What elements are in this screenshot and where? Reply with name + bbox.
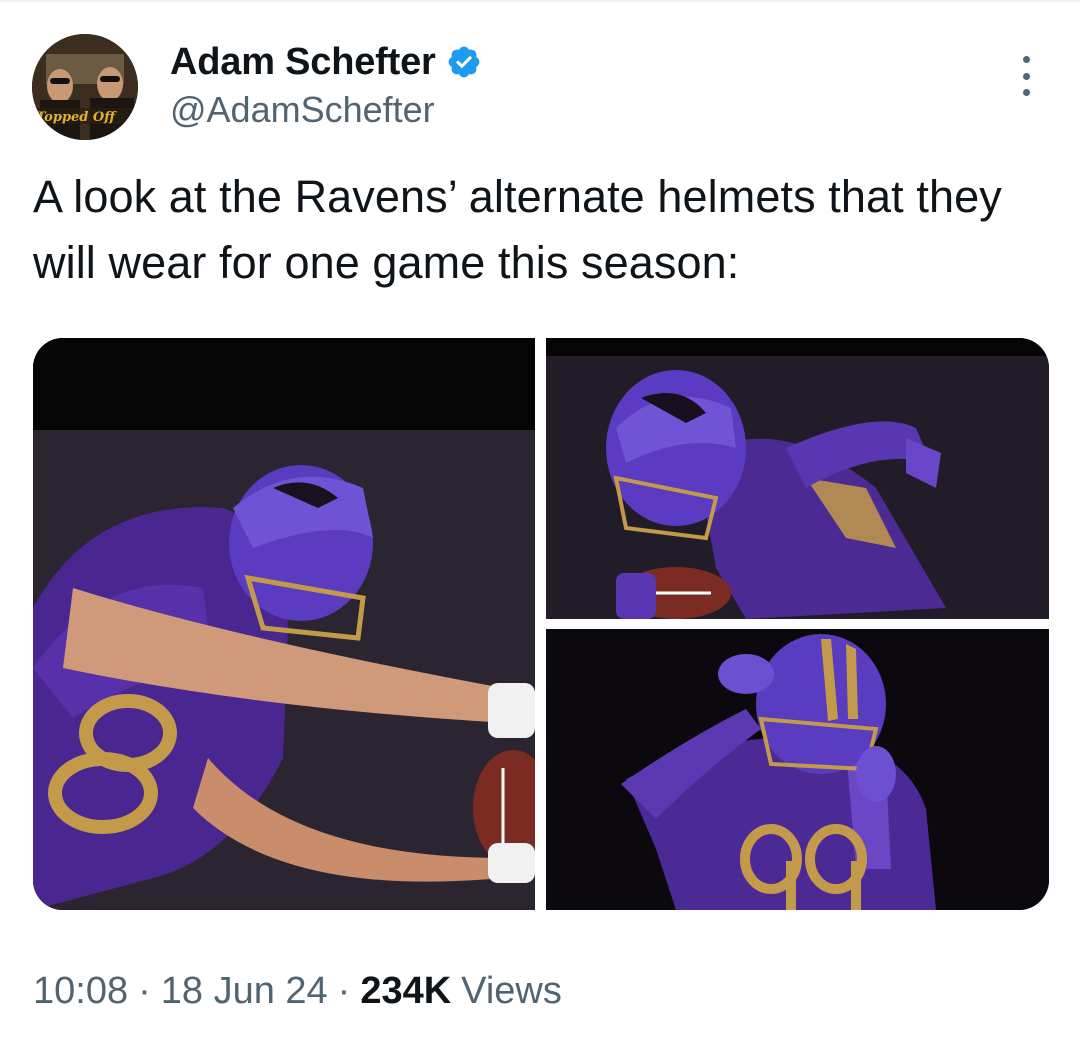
avatar-caption: Topped Off [36,110,117,125]
more-options-button[interactable] [1008,56,1044,96]
photo-player-99[interactable] [546,629,1049,910]
views-count[interactable]: 234K [360,963,451,1019]
verified-badge-icon [448,46,479,78]
avatar[interactable]: Topped Off [32,34,138,140]
more-dots-icon [1022,72,1030,80]
author-name-row[interactable]: Adam Schefter [170,40,482,84]
more-dots-icon [1022,89,1030,96]
photo-player-8[interactable] [33,338,535,910]
meta-separator: · [138,970,151,1012]
tweet-date[interactable]: 18 Jun 24 [161,963,328,1019]
media-grid [33,338,1049,910]
photo-image [33,338,535,910]
photo-image [546,629,1049,910]
meta-separator: · [337,970,351,1012]
avatar-image: Topped Off [32,34,138,140]
views-label: Views [461,970,562,1012]
photo-player-16[interactable] [546,338,1049,619]
tweet-time[interactable]: 10:08 [33,963,128,1019]
tweet-text: A look at the Ravens’ alternate helmets … [33,171,1002,288]
tweet-meta: 10:08 · 18 Jun 24 · 234K Views [33,963,562,1019]
more-dots-icon [1022,56,1030,63]
author-display-name[interactable]: Adam Schefter [170,40,436,84]
photo-image [546,338,1049,619]
divider [0,0,1080,2]
author-handle[interactable]: @AdamSchefter [170,89,435,131]
